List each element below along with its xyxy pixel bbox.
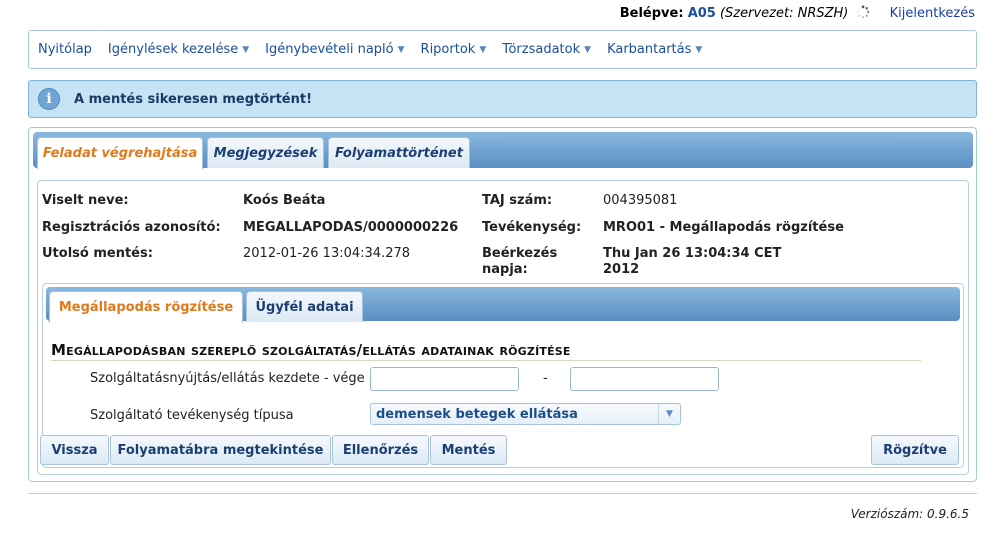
organization-text: (Szervezet: NRSZH): [719, 6, 849, 21]
button-label: Vissza: [51, 442, 98, 458]
save-button[interactable]: Mentés: [430, 435, 507, 465]
period-start-input[interactable]: [370, 367, 519, 391]
menu-item-label: Igénybevételi napló: [265, 42, 394, 57]
menu-item-usage-log[interactable]: Igénybevételi napló ▼: [265, 42, 404, 57]
period-separator: -: [543, 371, 548, 386]
main-menu: Nyitólap Igénylések kezelése ▼ Igénybevét…: [28, 30, 977, 69]
arrival-label: Beérkezés: [482, 246, 558, 261]
activity-label: Tevékenység:: [482, 220, 582, 235]
service-type-value: demensek betegek ellátása: [376, 406, 578, 422]
back-button[interactable]: Vissza: [40, 435, 109, 465]
loading-spinner-icon: [856, 5, 870, 19]
agreement-tab-bar: Megállapodás rögzítése Ügyfél adatai: [46, 287, 960, 323]
check-button[interactable]: Ellenőrzés: [332, 435, 429, 465]
caret-down-icon: ▼: [695, 45, 703, 55]
menu-item-requests[interactable]: Igénylések kezelése ▼: [108, 42, 249, 57]
caret-down-icon: ▼: [584, 45, 592, 55]
menu-item-label: Törzsadatok: [502, 42, 581, 57]
notice-message: A mentés sikeresen megtörtént!: [74, 91, 313, 107]
section-title: Megállapodásban szereplő szolgáltatás/el…: [51, 341, 921, 361]
registration-label: Regisztrációs azonosító:: [42, 220, 221, 235]
task-tab-bar: Feladat végrehajtása Megjegyzések Folyam…: [33, 132, 973, 169]
activity-value: MRO01 - Megállapodás rögzítése: [603, 220, 844, 235]
taj-label: TAJ szám:: [482, 193, 553, 208]
button-label: Mentés: [441, 442, 496, 458]
tab-label: Folyamattörténet: [335, 145, 463, 161]
period-label: Szolgáltatásnyújtás/ellátás kezdete - vé…: [90, 371, 365, 386]
menu-item-reports[interactable]: Riportok ▼: [421, 42, 487, 57]
button-label: Folyamatábra megtekintése: [117, 442, 324, 458]
service-type-select[interactable]: demensek betegek ellátása ▼: [370, 403, 681, 425]
agreement-panel: Megállapodás rögzítése Ügyfél adatai Meg…: [40, 283, 964, 468]
button-label: Ellenőrzés: [342, 442, 419, 458]
tab-client-data[interactable]: Ügyfél adatai: [246, 291, 363, 322]
menu-item-label: Riportok: [420, 42, 476, 57]
tab-label: Megállapodás rögzítése: [58, 300, 234, 315]
period-end-input[interactable]: [570, 367, 719, 391]
task-details: Viselt neve: Koós Beáta Regisztrációs az…: [37, 180, 969, 475]
tab-process-history[interactable]: Folyamattörténet: [328, 137, 470, 168]
arrival-label-line2: napja:: [482, 262, 528, 277]
view-flowchart-button[interactable]: Folyamatábra megtekintése: [110, 435, 331, 465]
info-icon: i: [38, 88, 60, 110]
arrival-value-line2: 2012: [603, 262, 640, 277]
caret-down-icon: ▼: [479, 45, 487, 55]
menu-item-label: Nyitólap: [38, 42, 92, 57]
menu-item-master-data[interactable]: Törzsadatok ▼: [502, 42, 591, 57]
name-label: Viselt neve:: [42, 193, 129, 208]
login-status: Belépve: A05 (Szervezet: NRSZH) Kijelent…: [620, 5, 975, 21]
menu-item-home[interactable]: Nyitólap: [38, 42, 92, 57]
task-panel: Feladat végrehajtása Megjegyzések Folyam…: [28, 127, 977, 482]
footer-divider: [28, 493, 977, 494]
tab-label: Megjegyzések: [213, 145, 318, 161]
menu-item-label: Karbantartás: [607, 42, 692, 57]
service-type-label: Szolgáltató tevékenység típusa: [90, 408, 294, 423]
tab-label: Ügyfél adatai: [255, 299, 354, 315]
name-value: Koós Beáta: [243, 193, 326, 208]
menu-item-label: Igénylések kezelése: [107, 42, 239, 57]
caret-down-icon: ▼: [397, 45, 405, 55]
arrival-value: Thu Jan 26 13:04:34 CET: [603, 246, 782, 261]
tab-agreement-record[interactable]: Megállapodás rögzítése: [49, 291, 243, 323]
last-save-label: Utolsó mentés:: [42, 246, 153, 261]
caret-down-icon: ▼: [242, 45, 250, 55]
tab-label: Feladat végrehajtása: [42, 146, 198, 161]
success-notice: i A mentés sikeresen megtörtént!: [28, 80, 977, 118]
tab-task-execution[interactable]: Feladat végrehajtása: [37, 137, 203, 169]
menu-item-maintenance[interactable]: Karbantartás ▼: [607, 42, 702, 57]
registration-value: MEGALLAPODAS/0000000226: [243, 220, 459, 235]
logout-link[interactable]: Kijelentkezés: [890, 6, 975, 21]
version-text: Verziószám: 0.9.6.5: [850, 507, 969, 521]
taj-value: 004395081: [603, 193, 678, 208]
last-save-value: 2012-01-26 13:04:34.278: [243, 246, 411, 261]
tab-notes[interactable]: Megjegyzések: [207, 137, 324, 168]
login-label: Belépve:: [619, 6, 684, 21]
chevron-down-icon[interactable]: ▼: [658, 404, 680, 424]
user-code: A05: [687, 6, 716, 21]
recorded-button[interactable]: Rögzítve: [871, 435, 959, 465]
button-label: Rögzítve: [883, 442, 947, 458]
